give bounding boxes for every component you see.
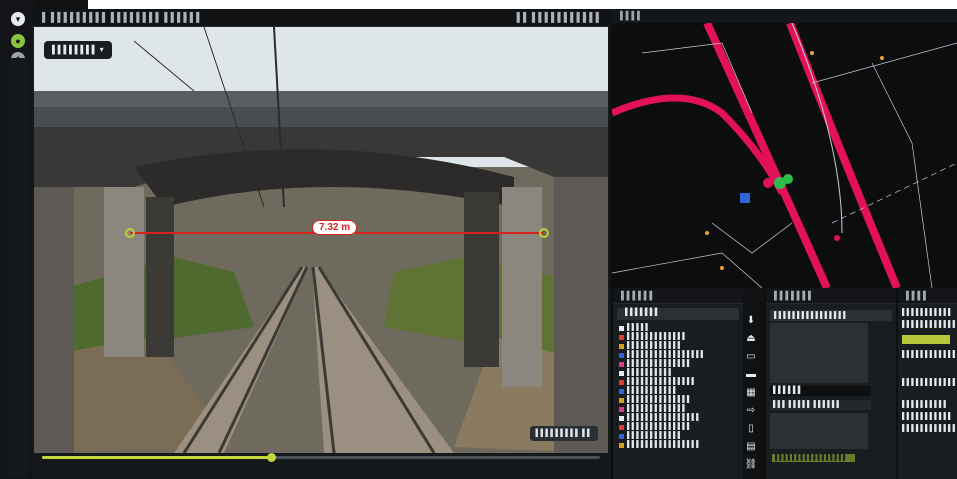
layers-panel: ▌▌▌▌▌▌ ▌▌▌▌▌▌▌ ▌▌▌▌▌ ▌▌▌▌▌▌▌▌▌▌▌▌▌ ▌▌▌▌▌▌▌… [612, 289, 743, 479]
viewer-header: ▌ ▌▌▌▌▌▌▌▌▌ ▌▌▌▌▌▌▌▌ ▌▌▌▌▌▌ ▌▌ ▌▌▌▌▌▌▌▌▌… [32, 9, 610, 27]
layer-label: ▌▌▌▌▌▌▌▌▌▌▌▌▌ [627, 333, 687, 340]
info-row: ▌▌▌▌▌▌▌▌▌▌▌▌▌ [902, 379, 957, 386]
arrow-icon[interactable]: ⇨ [739, 402, 763, 420]
map-header: ▌▌▌▌ [612, 9, 957, 23]
layer-label: ▌▌▌▌▌▌▌▌▌▌▌▌ [627, 342, 683, 349]
photo-corner-button[interactable]: ▌▌▌▌▌▌▌▌▌ ▌▌ [529, 426, 598, 441]
map-panel[interactable]: ▌▌▌▌ [612, 9, 957, 288]
download-icon[interactable]: ⬇ [739, 312, 763, 330]
left-toolbar: ▾ ● ◆ [0, 0, 34, 479]
info-panel-title: ▌▌▌▌ [898, 289, 957, 304]
layer-item[interactable]: ▌▌▌▌▌▌▌▌▌▌▌▌▌ [613, 405, 743, 414]
layer-swatch [619, 389, 624, 394]
layer-label: ▌▌▌▌▌▌▌▌▌▌▌▌▌ [627, 405, 687, 412]
layer-item[interactable]: ▌▌▌▌▌▌▌▌▌▌▌▌▌▌▌▌▌ [613, 351, 743, 360]
layer-item[interactable]: ▌▌▌▌▌ [613, 324, 743, 333]
vertical-toolbar: ⬇ ⏏ ▭ ▬ ▦ ⇨ ▯ ▤ ⛓ [739, 312, 763, 472]
layer-label: ▌▌▌▌▌▌▌▌▌▌▌▌▌▌ [627, 396, 692, 403]
logo-icon[interactable]: ▾ [11, 12, 25, 26]
layer-search-text: ▌▌▌▌▌▌▌ [625, 309, 660, 316]
layer-item[interactable]: ▌▌▌▌▌▌▌▌▌▌▌▌▌▌▌ [613, 378, 743, 387]
layer-item[interactable]: ▌▌▌▌▌▌▌▌▌▌▌▌ [613, 342, 743, 351]
folder-icon[interactable]: ▬ [739, 366, 763, 384]
layer-label: ▌▌▌▌▌▌▌▌▌▌▌ [627, 387, 678, 394]
layer-swatch [619, 335, 624, 340]
layer-item[interactable]: ▌▌▌▌▌▌▌▌▌▌▌▌▌▌▌▌ [613, 414, 743, 423]
properties-input[interactable]: ▌▌▌▌▌▌▌▌▌▌▌▌▌▌▌▌ [770, 310, 892, 321]
info-panel: ▌▌▌▌ ▌▌▌▌▌▌▌▌▌▌▌ ▌▌▌▌▌▌▌▌▌▌▌▌ ▌▌▌▌▌▌▌▌▌▌… [897, 289, 957, 479]
info-row: ▌▌▌▌▌▌▌▌▌▌▌▌▌ [902, 351, 957, 358]
timeline-fill [42, 456, 271, 459]
measurement-label: 7.32 m [312, 220, 358, 235]
layer-swatch [619, 353, 624, 358]
layer-item[interactable]: ▌▌▌▌▌▌▌▌▌▌ [613, 369, 743, 378]
toolbar-rail [8, 58, 28, 478]
layer-tree: ▌▌▌▌▌ ▌▌▌▌▌▌▌▌▌▌▌▌▌ ▌▌▌▌▌▌▌▌▌▌▌▌ ▌▌▌▌▌▌▌▌▌▌… [613, 324, 743, 450]
layers-panel-title: ▌▌▌▌▌▌ [613, 289, 743, 304]
timeline-slider[interactable] [42, 453, 600, 462]
layer-label: ▌▌▌▌▌▌▌▌▌▌▌▌▌▌▌ [627, 378, 697, 385]
properties-row[interactable]: ▌▌▌ ▌▌▌▌▌ ▌▌▌▌▌▌ [770, 400, 871, 410]
layer-label: ▌▌▌▌▌▌▌▌▌▌▌▌▌▌▌▌ [627, 414, 701, 421]
layer-item[interactable]: ▌▌▌▌▌▌▌▌▌▌▌▌▌▌ [613, 360, 743, 369]
info-row: ▌▌▌▌▌▌▌▌▌▌ [902, 401, 949, 408]
layer-label: ▌▌▌▌▌▌▌▌▌▌▌▌▌▌ [627, 423, 692, 430]
layer-search-input[interactable]: ▌▌▌▌▌▌▌ [617, 308, 739, 320]
layers-icon[interactable]: ● [11, 34, 25, 48]
info-status-bar [902, 335, 950, 344]
layer-swatch [619, 326, 624, 331]
layer-item[interactable]: ▌▌▌▌▌▌▌▌▌▌▌▌▌▌ [613, 423, 743, 432]
layer-swatch [619, 443, 624, 448]
timeline-knob[interactable] [266, 453, 276, 462]
layer-item[interactable]: ▌▌▌▌▌▌▌▌▌▌▌▌ [613, 432, 743, 441]
properties-apply-button[interactable]: ▌▌▌▌▌▌▌▌▌▌▌▌▌▌▌▌▌ [772, 454, 855, 462]
layer-swatch [619, 344, 624, 349]
image-viewer: ▌ ▌▌▌▌▌▌▌▌▌ ▌▌▌▌▌▌▌▌ ▌▌▌▌▌▌ ▌▌ ▌▌▌▌▌▌▌▌▌… [32, 9, 610, 479]
layer-item[interactable]: ▌▌▌▌▌▌▌▌▌▌▌▌▌▌▌▌ [613, 441, 743, 450]
lock-icon[interactable]: ⏏ [739, 330, 763, 348]
copy-icon[interactable]: ▯ [739, 420, 763, 438]
map-title: ▌▌▌▌ [620, 11, 643, 20]
layer-swatch [619, 398, 624, 403]
layer-label: ▌▌▌▌▌▌▌▌▌▌▌▌▌▌▌▌▌ [627, 351, 706, 358]
save-icon[interactable]: ▦ [739, 384, 763, 402]
layer-label: ▌▌▌▌▌▌▌▌▌▌▌▌▌▌▌▌ [627, 441, 701, 448]
layer-swatch [619, 434, 624, 439]
layer-label: ▌▌▌▌▌▌▌▌▌▌ [627, 369, 674, 376]
table-icon[interactable]: ▤ [739, 438, 763, 456]
layer-swatch [619, 380, 624, 385]
layer-item[interactable]: ▌▌▌▌▌▌▌▌▌▌▌▌▌ [613, 333, 743, 342]
layer-swatch [619, 425, 624, 430]
link-icon[interactable]: ⛓ [739, 456, 763, 474]
info-row: ▌▌▌▌▌▌▌▌▌▌▌ [902, 309, 953, 316]
info-row: ▌▌▌▌▌▌▌▌▌▌▌▌ [902, 321, 957, 328]
viewer-title: ▌ ▌▌▌▌▌▌▌▌▌ ▌▌▌▌▌▌▌▌ ▌▌▌▌▌▌ [42, 12, 203, 22]
layer-swatch [619, 362, 624, 367]
layer-item[interactable]: ▌▌▌▌▌▌▌▌▌▌▌ [613, 387, 743, 396]
layer-swatch [619, 416, 624, 421]
viewer-header-right: ▌▌ ▌▌▌▌▌▌▌▌▌▌▌ [516, 12, 602, 22]
layer-swatch [619, 407, 624, 412]
layer-item[interactable]: ▌▌▌▌▌▌▌▌▌▌▌▌▌▌ [613, 396, 743, 405]
layer-label: ▌▌▌▌▌▌▌▌▌▌▌▌▌▌ [627, 360, 692, 367]
layer-label: ▌▌▌▌▌▌▌▌▌▌▌▌ [627, 432, 683, 439]
info-row: ▌▌▌▌▌▌▌▌▌▌▌▌ [902, 425, 957, 432]
properties-panel: ▌▌▌▌▌▌▌ ▌▌▌▌▌▌▌▌▌▌▌▌▌▌▌▌ ▌▌▌▌▌▌ ▌▌▌ ▌▌▌▌… [765, 289, 896, 479]
photo-mode-chip[interactable]: ▌▌▌▌▌▌▌▌ ▾ [44, 41, 112, 59]
properties-panel-title: ▌▌▌▌▌▌▌ [766, 289, 896, 304]
top-strip [88, 0, 957, 9]
info-row: ▌▌▌▌▌▌▌▌▌▌▌ [902, 413, 953, 420]
layer-swatch [619, 371, 624, 376]
layer-label: ▌▌▌▌▌ [627, 324, 651, 331]
properties-list[interactable] [770, 323, 868, 383]
properties-select[interactable]: ▌▌▌▌▌▌ [770, 386, 871, 396]
properties-notes[interactable] [770, 413, 868, 449]
document-icon[interactable]: ▭ [739, 348, 763, 366]
railway-photo[interactable]: ▌▌▌▌▌▌▌▌ ▾ 7.32 m ▌▌▌▌▌▌▌▌▌ ▌▌ [34, 27, 608, 453]
